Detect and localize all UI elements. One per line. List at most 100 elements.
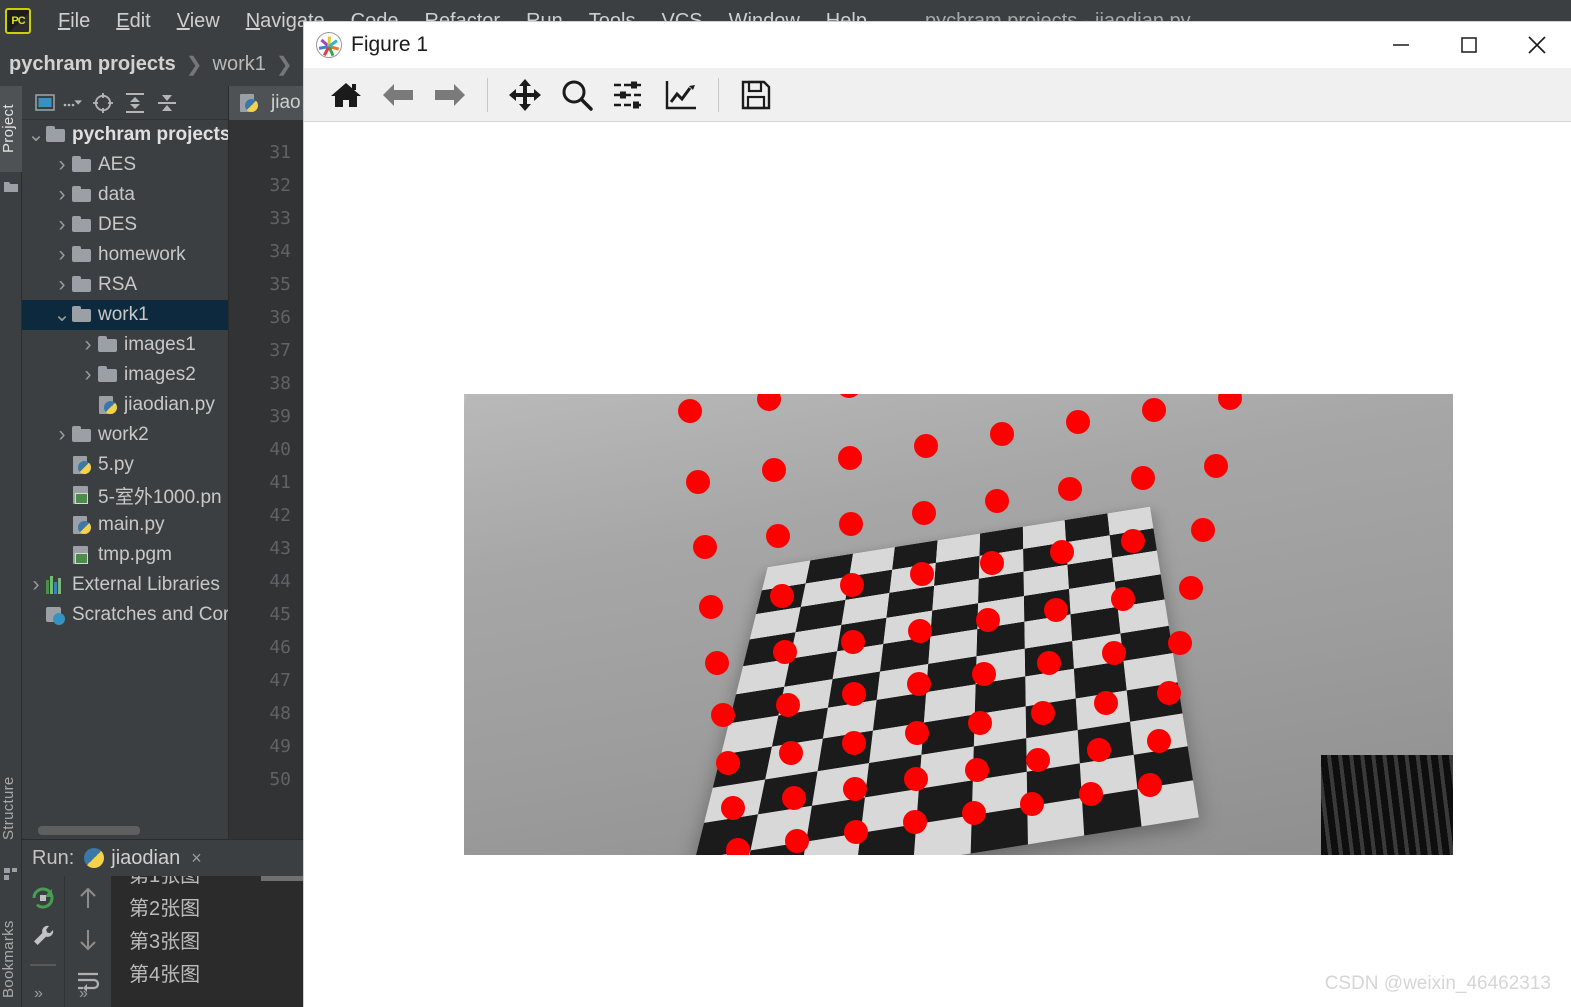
editor-tab-jiaodian[interactable]: jiao [229,86,311,120]
tree-item-label: work2 [98,424,149,445]
run-configuration-button[interactable] [28,922,58,950]
zoom-button[interactable] [553,71,601,119]
menu-item-edit[interactable]: Edit [103,10,163,33]
scroll-from-source-button[interactable] [88,90,118,116]
soft-wrap-button[interactable] [73,968,103,996]
corner-marker [1178,576,1203,601]
tree-item[interactable]: jiaodian.py [22,390,228,420]
expand-all-button[interactable] [120,90,150,116]
select-opened-file-button[interactable] [30,90,60,116]
tree-item[interactable]: › images1 [22,330,228,360]
close-button[interactable] [1503,22,1571,68]
run-tab-label: jiaodian [111,846,181,869]
tree-item-label: 5-室外1000.pn [98,486,222,508]
folder-icon [72,306,92,324]
project-tree-horizontal-scrollbar[interactable] [38,826,140,835]
breadcrumb-item-folder[interactable]: work1 [213,53,266,76]
tree-item[interactable]: 5.py [22,450,228,480]
scroll-down-button[interactable] [73,926,103,954]
checker-square [712,746,772,788]
checker-square [1026,762,1083,807]
expand-toolbar-button-2[interactable]: » [79,985,88,1003]
expand-toolbar-button[interactable]: » [34,985,43,1003]
tree-item-label: main.py [98,514,165,535]
tree-item[interactable]: › images2 [22,360,228,390]
left-tool-strip: Project Structure Bookmarks [0,86,22,1007]
figure-title-bar[interactable]: Figure 1 [304,22,1571,68]
sidebar-tab-structure[interactable]: Structure [0,756,22,860]
forward-button[interactable] [426,71,474,119]
corner-marker [1218,394,1243,410]
checkerboard-calibration-photo [464,394,1453,855]
tree-item[interactable]: › RSA [22,270,228,300]
maximize-button[interactable] [1435,22,1503,68]
corner-marker [984,489,1009,514]
chevron-right-icon[interactable]: › [78,333,98,357]
corner-marker [765,523,790,548]
chevron-right-icon[interactable]: › [26,573,46,597]
chevron-right-icon[interactable]: › [52,243,72,267]
figure-canvas[interactable] [304,122,1571,1007]
menu-item-view[interactable]: View [164,10,233,33]
line-number: 45 [269,604,291,625]
matplotlib-figure-window: Figure 1 [304,22,1571,1007]
tree-item[interactable]: › data [22,180,228,210]
minimize-button[interactable] [1367,22,1435,68]
subplots-button[interactable] [605,71,653,119]
checker-square [921,714,975,755]
run-navigation-toolbar: » [64,876,111,1007]
tree-item[interactable]: › AES [22,150,228,180]
corner-marker [837,446,862,470]
chevron-right-icon[interactable]: › [52,273,72,297]
breadcrumb-item-project[interactable]: pychram projects [9,53,176,76]
tree-item[interactable]: › homework [22,240,228,270]
chevron-down-icon[interactable]: ⌄ [52,305,72,325]
project-tree[interactable]: ⌄ pychram projects › AES › data › DES › homework ›… [22,120,228,821]
collapse-all-button[interactable] [152,90,182,116]
back-button[interactable] [374,71,422,119]
scroll-up-button[interactable] [73,884,103,912]
line-number: 48 [269,703,291,724]
tree-item[interactable]: 5-室外1000.pn [22,480,228,510]
line-number: 49 [269,736,291,757]
customize-button[interactable] [657,71,705,119]
tree-item-label: jiaodian.py [124,394,215,415]
tree-item[interactable]: › External Libraries [22,570,228,600]
chevron-right-icon[interactable]: › [52,153,72,177]
folder-icon [3,178,19,194]
tree-item[interactable]: main.py [22,510,228,540]
chevron-right-icon[interactable]: › [78,363,98,387]
floor-vent-region [1321,755,1453,855]
checker-square [865,754,922,797]
folder-icon [46,126,66,144]
checker-square [1023,588,1071,622]
more-options-button[interactable] [62,90,86,116]
checker-square [845,569,893,601]
tree-item-label: External Libraries [72,574,220,595]
corner-marker [838,512,863,537]
tree-item[interactable]: ⌄ pychram projects [22,120,228,150]
checker-square [873,692,927,731]
menu-item-file[interactable]: File [45,10,103,33]
chevron-right-icon[interactable]: › [52,183,72,207]
tree-item-label: work1 [98,304,149,325]
sidebar-tab-bookmarks[interactable]: Bookmarks [0,894,22,1007]
tree-item[interactable]: tmp.pgm [22,540,228,570]
tree-item[interactable]: ⌄ work1 [22,300,228,330]
run-tab-jiaodian[interactable]: jiaodian × [84,846,202,870]
checker-square [694,813,758,855]
checker-square [805,553,853,584]
home-button[interactable] [322,71,370,119]
chevron-down-icon[interactable]: ⌄ [26,125,46,145]
tree-item[interactable]: Scratches and Cor [22,600,228,630]
close-icon[interactable]: × [191,848,202,869]
chevron-right-icon[interactable]: › [52,423,72,447]
save-button[interactable] [732,71,780,119]
watermark-text: CSDN @weixin_46462313 [1324,973,1551,994]
chevron-right-icon[interactable]: › [52,213,72,237]
sidebar-tab-project[interactable]: Project [0,86,22,172]
tree-item[interactable]: › work2 [22,420,228,450]
rerun-button[interactable] [28,884,58,912]
tree-item[interactable]: › DES [22,210,228,240]
pan-button[interactable] [501,71,549,119]
